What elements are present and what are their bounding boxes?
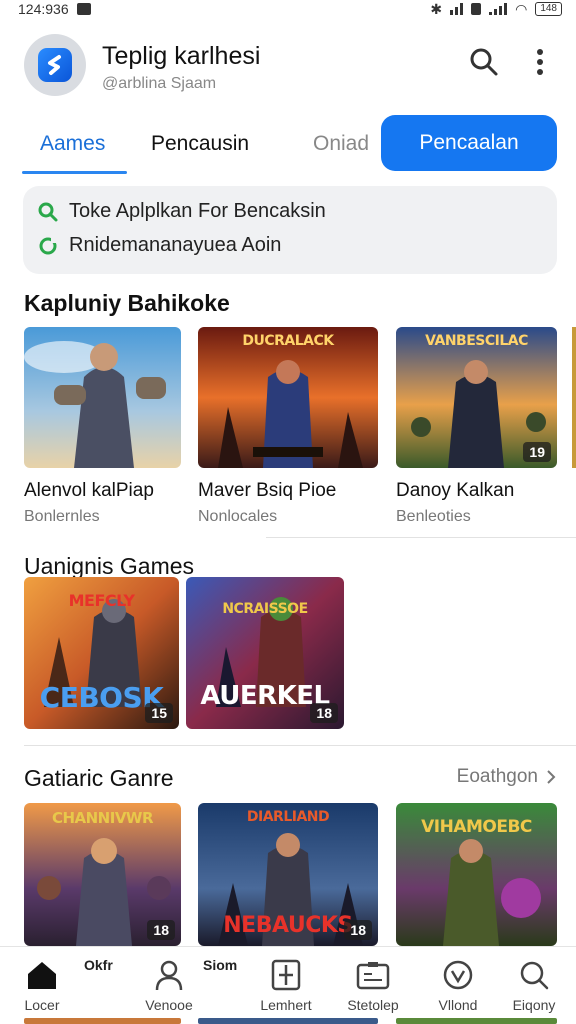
game-subtitle: Bonlernles [24,508,100,525]
next-card-peek [572,327,576,468]
nav-label: Eiqony [512,997,556,1013]
cellular-icon [489,3,508,15]
info-line-1: Toke Aplplkan For Bencaksin [69,200,326,222]
info-card[interactable]: Toke Aplplkan For Bencaksin Rnidemananay… [23,186,557,274]
nav-item-lemhert[interactable]: Lemhert [238,947,334,1024]
thumbnail-title: VANBESCILAC [425,333,528,349]
age-badge: 18 [147,920,175,940]
game-name: Maver Bsiq Pioe [198,480,337,501]
game-card[interactable]: NCRAISSOE AUERKEL 18 [186,577,344,729]
game-name: Alenvol kalPiap [24,480,154,501]
thumbnail-title: VIHAMOEBC [421,817,532,837]
game-card[interactable]: VANBESCILAC 19 Danoy Kalkan Benleoties [396,327,557,526]
wifi-icon: ◠ [515,0,528,17]
game-card[interactable]: CHANNIVWR 18 [24,803,181,946]
app-header: Teplig karlhesi @arblina Sjaam [0,28,576,108]
grid-icon [271,959,301,991]
section-title: Gatiaric Ganre [24,765,174,791]
next-row-peek [198,1018,378,1024]
game-thumbnail: NCRAISSOE AUERKEL 18 [186,577,344,729]
search-button[interactable] [464,42,504,82]
next-row-peek [396,1018,557,1024]
game-thumbnail: CHANNIVWR 18 [24,803,181,946]
shield-icon [443,960,473,990]
status-time: 124:936 [18,1,69,17]
chevron-right-icon [547,770,556,784]
game-thumbnail: DIARLIAND NEBAUCKS 18 [198,803,378,946]
active-tab-indicator [22,171,127,174]
more-options-button[interactable] [520,42,560,82]
status-bar: 124:936 ✱ ◠ 148 [0,0,576,18]
age-badge: 18 [310,703,338,723]
game-card[interactable]: MEFCLY CEBOSK 15 [24,577,179,729]
thumbnail-top-title: DIARLIAND [246,809,330,825]
nav-label: Venooe [145,997,193,1013]
thumbnail-top-title: NCRAISSOE [222,601,308,617]
nav-item-eiqony[interactable]: Eiqony [486,947,576,1024]
nav-item-stetolep[interactable]: Stetolep [325,947,421,1024]
tab-pencausin[interactable]: Pencausin [151,132,249,156]
game-thumbnail: VANBESCILAC 19 [396,327,557,468]
next-row-peek [24,1018,181,1024]
divider [24,745,576,746]
game-thumbnail: DUCRALACK [198,327,378,468]
nav-label: Lemhert [260,997,312,1013]
section-title: Uanignis Games [24,553,195,579]
game-thumbnail: MEFCLY CEBOSK 15 [24,577,179,729]
age-badge: 15 [145,703,173,723]
home-icon [28,962,56,989]
age-badge: 18 [344,920,372,940]
tab-aames[interactable]: Aames [40,132,105,156]
nav-label: Vllond [438,997,478,1013]
info-row-1: Toke Aplplkan For Bencaksin [37,200,326,223]
divider [266,537,576,538]
nav-label: Stetolep [347,997,399,1013]
game-card[interactable]: Alenvol kalPiap Bonlernles [24,327,181,526]
nav-floating-label: Okfr [84,957,113,973]
info-line-2: Rnidemananayuea Aoin [69,234,282,256]
nav-label: Locer [24,997,60,1013]
thumbnail-top-title: MEFCLY [68,591,135,610]
game-subtitle: Nonlocales [198,508,278,525]
game-subtitle: Benleoties [396,508,471,525]
tab-bar: Aames Pencausin Oniad Pencaalan [0,112,576,176]
see-all-label: Eoathgon [456,766,538,787]
bluetooth-icon: ✱ [430,0,443,17]
game-card[interactable]: DUCRALACK Maver Bsiq Pioe Nonlocales [198,327,378,526]
thumbnail-title: DUCRALACK [242,333,334,349]
notification-icon [76,3,91,15]
game-card[interactable]: VIHAMOEBC [396,803,557,946]
app-logo-icon [38,48,72,82]
refresh-icon [39,236,57,254]
id-card-icon [356,962,390,990]
game-thumbnail: VIHAMOEBC [396,803,557,946]
battery-icon: 148 [535,2,562,16]
search-icon [470,48,498,76]
signal-icon [450,3,464,15]
thumbnail-title: CHANNIVWR [51,809,154,827]
info-row-2: Rnidemananayuea Aoin [37,234,281,257]
more-vertical-icon [537,49,543,75]
nav-floating-label: Siom [203,957,238,973]
nfc-icon [471,3,482,15]
tab-pencaalan-button[interactable]: Pencaalan [381,115,557,171]
game-thumbnail [24,327,181,468]
bottom-navigation: Locer Okfr Venooe Siom Lemhert Stetolep … [0,946,576,1024]
search-icon [38,202,58,221]
game-name: Danoy Kalkan [396,480,515,501]
person-icon [155,960,183,991]
nav-item-locer[interactable]: Locer [0,947,90,1024]
app-logo[interactable] [24,34,86,96]
section-title: Kapluniy Bahikoke [24,290,230,316]
app-title: Teplig karlhesi [102,42,261,70]
see-all-link[interactable]: Eoathgon [457,766,556,788]
search-icon [520,961,549,990]
tab-oniad[interactable]: Oniad [313,132,369,156]
app-subtitle: @arblina Sjaam [102,75,217,92]
game-card[interactable]: DIARLIAND NEBAUCKS 18 [198,803,378,946]
age-badge: 19 [523,442,551,462]
